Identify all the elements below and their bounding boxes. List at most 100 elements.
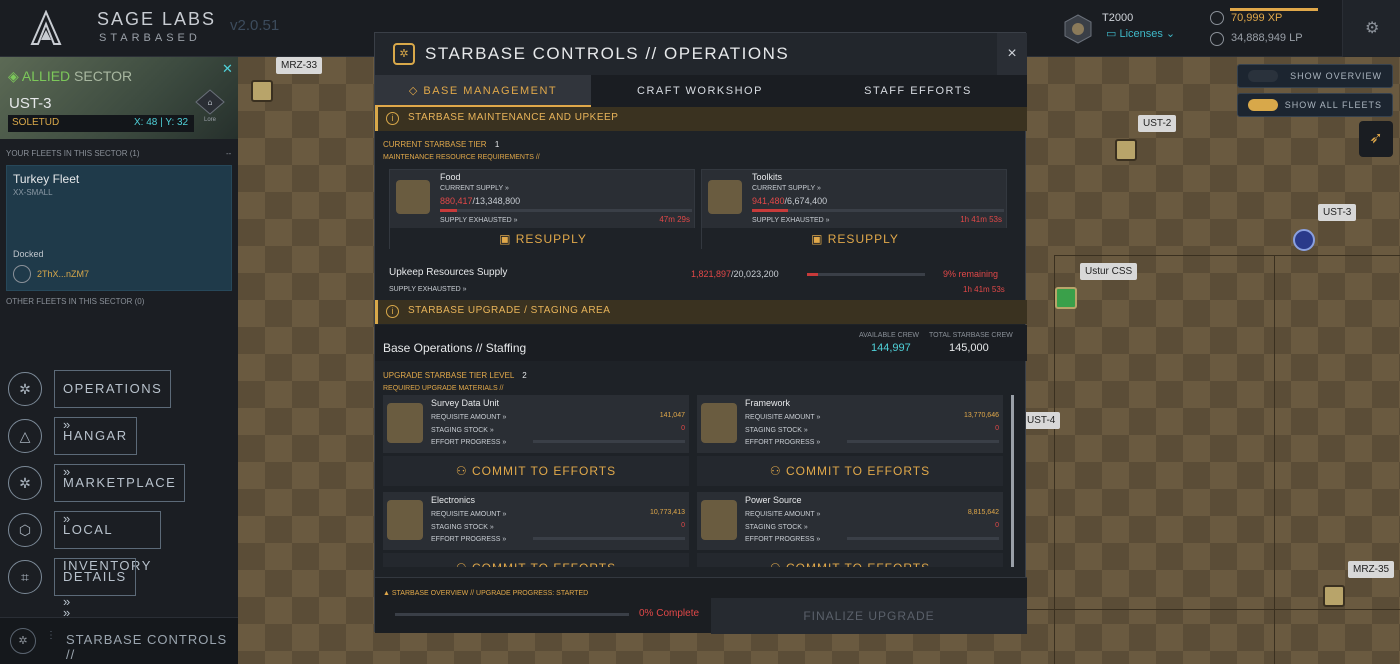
show-overview-label: SHOW OVERVIEW bbox=[1290, 71, 1382, 81]
upgrade-progress-bar bbox=[395, 613, 629, 616]
supply-bar bbox=[752, 209, 1004, 212]
chevron-right-icon: » bbox=[816, 536, 821, 543]
tier-value: 1 bbox=[494, 140, 500, 149]
resource-name: Food bbox=[440, 172, 461, 182]
map-label-mrz-33[interactable]: MRZ-33 bbox=[276, 57, 323, 74]
show-overview-toggle[interactable]: SHOW OVERVIEW bbox=[1237, 64, 1393, 88]
people-icon: ⚇ bbox=[770, 561, 786, 567]
stock-label: STAGING STOCK bbox=[745, 524, 802, 531]
svg-text:⌂: ⌂ bbox=[207, 98, 212, 107]
lp-icon bbox=[1210, 32, 1224, 46]
xp-icon bbox=[1210, 11, 1224, 25]
materials-list[interactable]: Survey Data Unit REQUISITE AMOUNT » 141,… bbox=[383, 395, 1013, 567]
framework-icon bbox=[701, 403, 737, 443]
chevron-right-icon: » bbox=[489, 427, 494, 434]
starbase-icon: ✲ bbox=[10, 628, 36, 654]
starbase-node-icon[interactable] bbox=[1115, 139, 1137, 161]
upgrade-level-label: UPGRADE STARBASE TIER LEVEL 2 bbox=[383, 371, 527, 380]
fleet-name: Turkey Fleet bbox=[13, 172, 80, 186]
brand-title: SAGE LABS bbox=[97, 9, 217, 29]
material-card-framework: Framework REQUISITE AMOUNT » 13,770,646 … bbox=[697, 395, 1003, 488]
starbase-node-icon[interactable] bbox=[1323, 585, 1345, 607]
map-label-mrz-35[interactable]: MRZ-35 bbox=[1348, 561, 1395, 578]
toolkit-icon bbox=[708, 180, 742, 214]
settings-button[interactable]: ⚙ bbox=[1342, 0, 1400, 57]
tier-label: CURRENT STARBASE TIER bbox=[383, 140, 487, 149]
total-crew-value: 145,000 bbox=[949, 342, 989, 354]
commit-label: COMMIT TO EFFORTS bbox=[786, 561, 930, 567]
modal-header: ✲ STARBASE CONTROLS // OPERATIONS bbox=[375, 33, 997, 75]
fleet-card[interactable]: Turkey Fleet XX-SMALL Docked 2ThX...nZM7 bbox=[6, 165, 232, 291]
people-icon: ⚇ bbox=[455, 464, 472, 478]
effort-progress-bar bbox=[533, 440, 685, 443]
total-supply: /6,674,400 bbox=[784, 196, 828, 206]
power-source-icon bbox=[701, 500, 737, 540]
commit-to-efforts-button[interactable]: ⚇ COMMIT TO EFFORTS bbox=[383, 456, 689, 486]
finalize-upgrade-button[interactable]: FINALIZE UPGRADE bbox=[711, 598, 1027, 634]
stock-label: STAGING STOCK bbox=[431, 524, 488, 531]
commit-to-efforts-button[interactable]: ⚇ COMMIT TO EFFORTS bbox=[697, 553, 1003, 567]
material-name: Power Source bbox=[745, 495, 802, 505]
commit-to-efforts-button[interactable]: ⚇ COMMIT TO EFFORTS bbox=[383, 553, 689, 567]
sector-title: ◈ ALLIED SECTOR bbox=[8, 68, 132, 85]
ustur-css-node-icon[interactable] bbox=[1055, 287, 1077, 309]
starbase-node-icon[interactable] bbox=[251, 80, 273, 102]
exhausted-time: 47m 29s bbox=[659, 215, 690, 224]
box-icon: ▣ bbox=[811, 232, 828, 246]
close-button[interactable]: × bbox=[997, 33, 1027, 75]
chevron-right-icon: » bbox=[462, 286, 467, 293]
player-name: T2000 bbox=[1102, 12, 1134, 24]
stock-label: STAGING STOCK bbox=[431, 427, 488, 434]
map-label-ust-3[interactable]: UST-3 bbox=[1318, 204, 1357, 221]
map-label-ust-2[interactable]: UST-2 bbox=[1138, 115, 1177, 132]
operations-modal: ✲ STARBASE CONTROLS // OPERATIONS × ◇ BA… bbox=[374, 32, 1027, 634]
maintenance-section-header: i STARBASE MAINTENANCE AND UPKEEP bbox=[375, 107, 1027, 131]
resupply-button[interactable]: ▣ RESUPPLY bbox=[390, 228, 696, 250]
starbase-controls-tab[interactable]: ✲ ⋮ STARBASE CONTROLS // bbox=[0, 617, 238, 664]
staging-stock: 0 bbox=[995, 425, 999, 432]
current-sector-marker-icon[interactable] bbox=[1293, 229, 1315, 251]
commit-to-efforts-button[interactable]: ⚇ COMMIT TO EFFORTS bbox=[697, 456, 1003, 486]
toolkits-resource-card: Toolkits CURRENT SUPPLY » 941,480/6,674,… bbox=[701, 169, 1008, 250]
exhausted-label: SUPPLY EXHAUSTED bbox=[752, 217, 824, 224]
requisite-label: REQUISITE AMOUNT bbox=[745, 511, 815, 518]
materials-label: REQUIRED UPGRADE MATERIALS // bbox=[383, 385, 504, 392]
resource-name: Toolkits bbox=[752, 172, 783, 182]
progress-label: EFFORT PROGRESS bbox=[745, 536, 815, 543]
details-icon: ⌗ bbox=[8, 560, 42, 594]
supply-bar bbox=[440, 209, 692, 212]
inventory-icon: ⬡ bbox=[8, 513, 42, 547]
scrollbar-thumb[interactable] bbox=[1011, 395, 1014, 567]
tab-craft-workshop[interactable]: CRAFT WORKSHOP bbox=[591, 75, 809, 107]
fleet-size: XX-SMALL bbox=[13, 188, 53, 197]
close-icon[interactable]: ✕ bbox=[222, 61, 233, 77]
tab-base-management[interactable]: ◇ BASE MANAGEMENT bbox=[375, 75, 591, 107]
up-arrow-icon: ▲ bbox=[383, 590, 392, 597]
tab-staff-efforts[interactable]: STAFF EFFORTS bbox=[809, 75, 1027, 107]
lore-button[interactable]: ⌂ Lore bbox=[194, 89, 226, 125]
staffing-label: Base Operations // Staffing bbox=[383, 341, 527, 355]
hangar-icon: △ bbox=[8, 419, 42, 453]
player-avatar[interactable] bbox=[1064, 14, 1092, 44]
fleet-address[interactable]: 2ThX...nZM7 bbox=[37, 269, 89, 279]
map-label-ust-4[interactable]: UST-4 bbox=[1022, 412, 1061, 429]
available-crew-label: AVAILABLE CREW bbox=[859, 332, 920, 339]
lp-value: 34,888,949 LP bbox=[1231, 32, 1303, 44]
chevron-right-icon: » bbox=[816, 414, 821, 421]
current-tier-label: CURRENT STARBASE TIER 1 bbox=[383, 140, 499, 149]
sector-name: UST-3 bbox=[9, 95, 52, 112]
collapse-toggle[interactable]: -- bbox=[226, 149, 231, 158]
licenses-dropdown[interactable]: ▭ Licenses ⌄ bbox=[1106, 27, 1175, 40]
map-label-ustur-css[interactable]: Ustur CSS bbox=[1080, 263, 1138, 280]
scrollbar[interactable] bbox=[1011, 395, 1014, 567]
sage-labs-logo-icon[interactable] bbox=[28, 9, 64, 46]
show-all-fleets-toggle[interactable]: SHOW ALL FLEETS bbox=[1237, 93, 1393, 117]
supply-bar-fill bbox=[440, 209, 457, 212]
total-supply: /13,348,800 bbox=[472, 196, 521, 206]
starbase-controls-label: STARBASE CONTROLS // bbox=[66, 632, 228, 662]
badge-icon: ◈ bbox=[8, 68, 19, 84]
resupply-button[interactable]: ▣ RESUPPLY bbox=[702, 228, 1008, 250]
rocket-icon[interactable]: ➶ bbox=[1359, 121, 1393, 157]
material-name: Survey Data Unit bbox=[431, 398, 500, 408]
chevron-right-icon: » bbox=[803, 524, 808, 531]
